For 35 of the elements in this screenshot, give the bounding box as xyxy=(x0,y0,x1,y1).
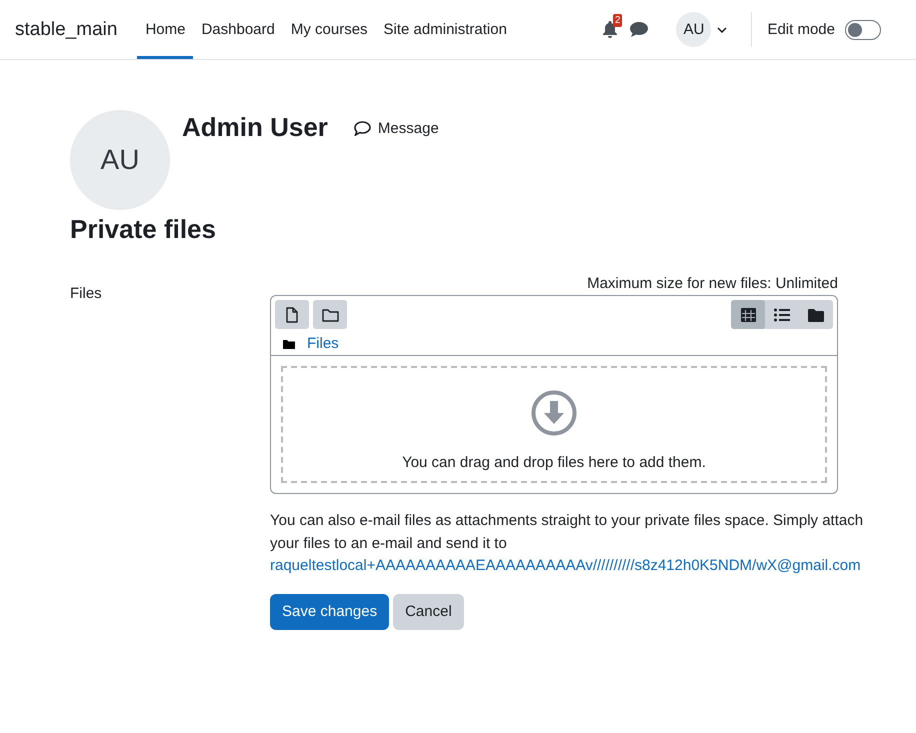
edit-mode-label: Edit mode xyxy=(767,21,835,38)
folder-icon xyxy=(283,338,295,348)
edit-mode-toggle[interactable] xyxy=(845,20,881,40)
file-icon xyxy=(286,306,298,322)
notification-count: 2 xyxy=(612,14,622,27)
speech-bubble-icon xyxy=(354,120,371,136)
profile-avatar: AU xyxy=(70,110,170,210)
view-button[interactable] xyxy=(731,300,765,329)
cancel-button[interactable]: Cancel xyxy=(393,594,464,630)
page-heading: Private files xyxy=(70,214,217,245)
folder-icon xyxy=(808,308,824,322)
nav-tab[interactable]: Site administration xyxy=(376,0,515,59)
email-note: You can also e-mail files as attachments straight to your private files space. Simply attach your files to an e-mail and send it to raqueltestlocal+AAAAAAAAAAEAAAAAAAAAAv//////////s8z412h0K5NDM/wX@gmail.com xyxy=(270,511,864,576)
field-label: Files xyxy=(70,285,103,302)
grid-icon xyxy=(740,308,756,322)
nav-tab[interactable]: Home xyxy=(137,0,194,59)
user-name: Admin User xyxy=(182,112,328,144)
nav-tab[interactable]: Dashboard xyxy=(193,0,283,59)
message-link[interactable]: Message xyxy=(354,120,439,136)
email-link[interactable]: raqueltestlocal+AAAAAAAAAAEAAAAAAAAAAv//////////s8z412h0K5NDM/wX@gmail.com xyxy=(270,557,861,574)
list-icon xyxy=(774,308,790,322)
max-size-text: Maximum size for new files: Unlimited xyxy=(587,275,838,292)
drop-zone[interactable]: You can drag and drop files here to add them. xyxy=(281,366,827,483)
drop-hint: You can drag and drop files here to add them. xyxy=(402,454,706,471)
add-file-button[interactable] xyxy=(275,300,309,329)
caret-icon[interactable] xyxy=(717,26,728,32)
folder-icon xyxy=(322,308,338,322)
nav-tab[interactable]: My courses xyxy=(282,0,376,59)
breadcrumb-link[interactable]: Files xyxy=(307,335,339,352)
create-folder-button[interactable] xyxy=(313,300,347,329)
site-name[interactable]: stable_main xyxy=(15,0,118,59)
chat-icon[interactable] xyxy=(630,22,648,37)
user-avatar[interactable]: AU xyxy=(676,12,712,47)
save-button[interactable]: Save changes xyxy=(270,594,390,630)
bell-icon[interactable] xyxy=(602,21,618,38)
